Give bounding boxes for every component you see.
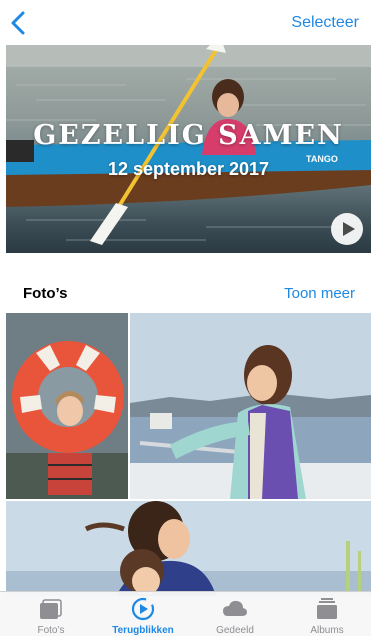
- play-icon: [343, 222, 355, 236]
- life-ring-photo: [6, 313, 128, 499]
- tab-memories[interactable]: Terugblikken: [97, 592, 189, 636]
- tab-albums-label: Albums: [310, 625, 344, 636]
- memories-play-icon: [131, 597, 155, 621]
- memory-hero-image[interactable]: TANGO GEZELLIG SAMEN 12 september 2017: [6, 45, 371, 253]
- family-photo: [6, 501, 371, 596]
- tab-shared-label: Gedeeld: [216, 625, 254, 636]
- chevron-left-icon: [11, 11, 25, 35]
- tab-bar: Foto’s Terugblikken Gedeeld Albums: [0, 591, 371, 636]
- photos-stack-icon: [40, 599, 62, 619]
- tab-photos[interactable]: Foto’s: [5, 592, 97, 636]
- navigation-bar: Selecteer: [0, 0, 371, 45]
- photo-thumbnail-3[interactable]: [6, 501, 371, 596]
- back-button[interactable]: [8, 10, 32, 36]
- albums-icon: [317, 598, 337, 619]
- section-title: Foto’s: [23, 285, 68, 302]
- memory-date: 12 september 2017: [107, 159, 270, 179]
- girl-on-boat-photo: [130, 313, 371, 499]
- play-button[interactable]: [331, 213, 363, 245]
- tab-shared[interactable]: Gedeeld: [189, 592, 281, 636]
- select-button[interactable]: Selecteer: [291, 14, 359, 32]
- photo-thumbnail-1[interactable]: [6, 313, 128, 499]
- show-more-button[interactable]: Toon meer: [284, 285, 355, 302]
- memory-title: GEZELLIG SAMEN: [33, 120, 344, 151]
- tab-albums[interactable]: Albums: [281, 592, 371, 636]
- tab-memories-label: Terugblikken: [112, 625, 174, 636]
- cloud-icon: [223, 600, 247, 616]
- photo-thumbnail-2[interactable]: [130, 313, 371, 499]
- tab-photos-label: Foto’s: [37, 625, 65, 636]
